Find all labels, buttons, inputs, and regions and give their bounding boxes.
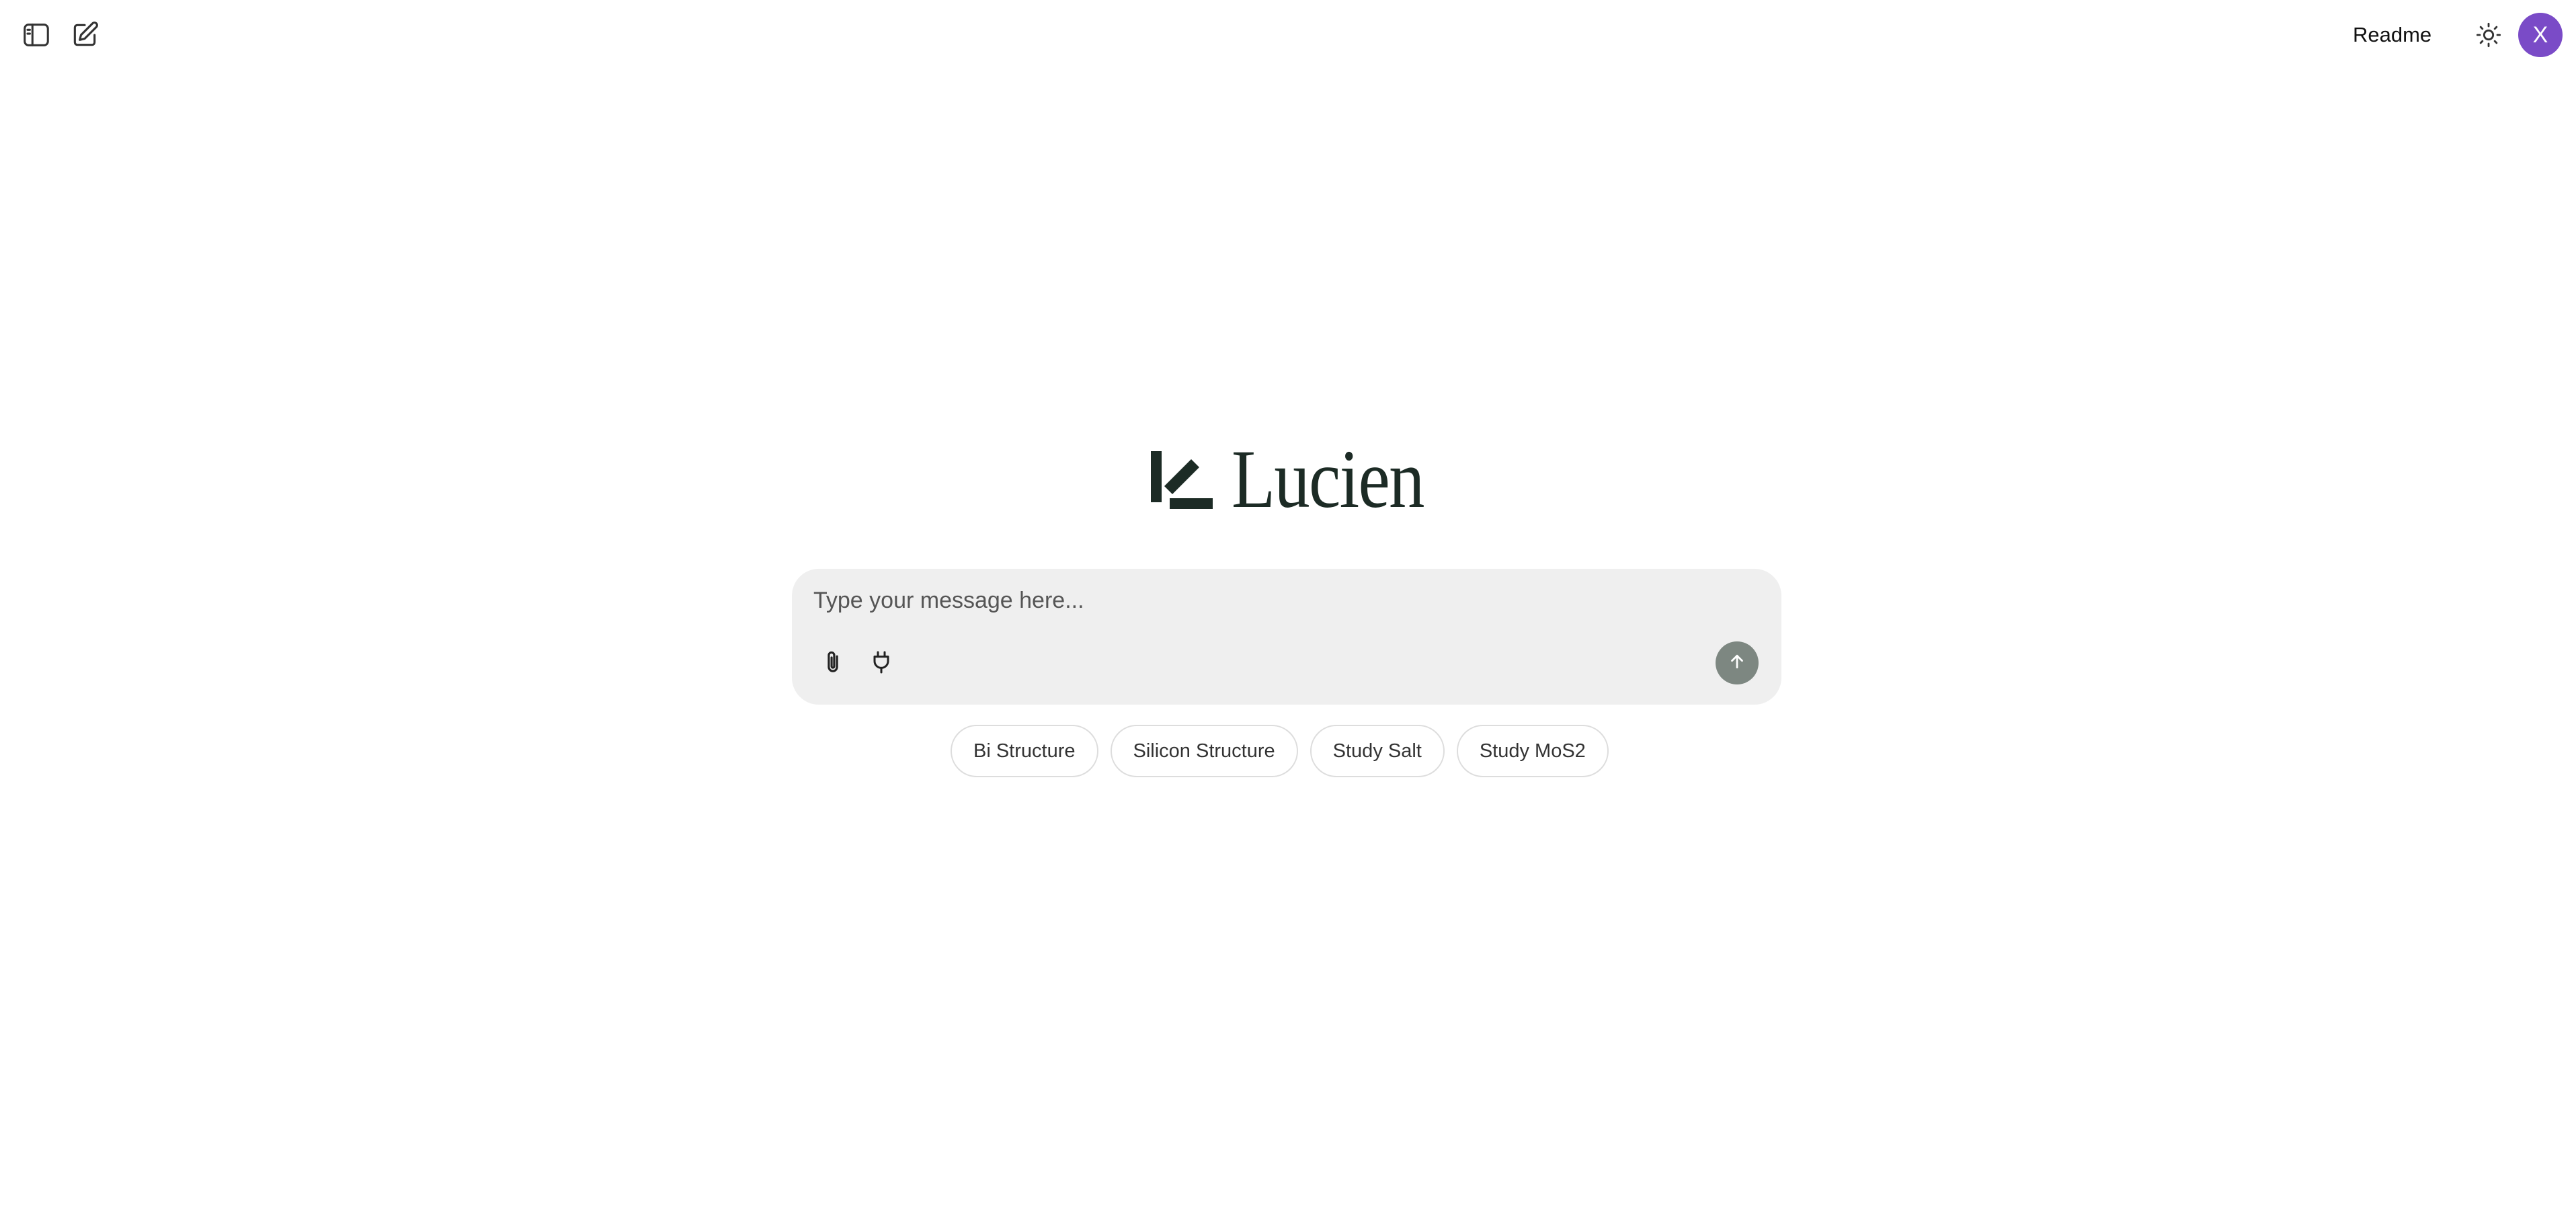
suggestion-chip[interactable]: Silicon Structure [1110,725,1298,777]
sidebar-toggle-button[interactable] [15,13,58,56]
plugins-button[interactable] [862,644,901,683]
logo-wordmark: Lucien [1232,433,1424,525]
paperclip-icon [819,648,847,680]
readme-link[interactable]: Readme [2353,17,2431,52]
suggestion-chip[interactable]: Study Salt [1310,725,1445,777]
sidebar-panel-icon [21,19,52,50]
arrow-up-icon [1727,652,1747,675]
new-chat-button[interactable] [63,13,106,56]
plug-icon [868,649,895,679]
avatar-initial: X [2532,22,2548,48]
theme-toggle-button[interactable] [2467,13,2510,56]
attach-file-button[interactable] [813,644,852,683]
app-logo: Lucien [1150,436,1455,523]
suggestion-chip[interactable]: Bi Structure [951,725,1098,777]
lucien-logo-icon [1150,447,1214,512]
user-avatar[interactable]: X [2518,13,2563,57]
send-button[interactable] [1716,641,1759,684]
message-input[interactable] [813,582,1741,619]
sun-icon [2475,22,2502,48]
edit-square-icon [70,20,99,50]
suggestion-chips: Bi Structure Silicon Structure Study Sal… [951,725,1609,777]
message-composer [792,569,1781,705]
page: Readme X Lucien Type your message here..… [0,0,2576,1221]
suggestion-chip[interactable]: Study MoS2 [1456,725,1609,777]
